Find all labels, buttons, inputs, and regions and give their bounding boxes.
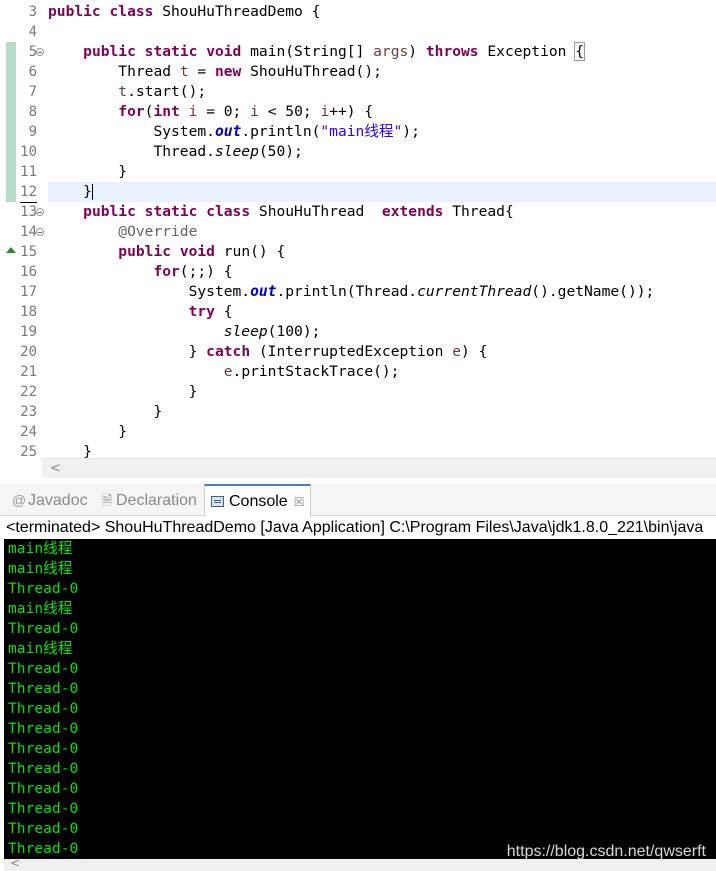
code-line[interactable]: } catch (InterruptedException e) { (48, 342, 716, 362)
line-number: 7 (0, 82, 42, 102)
console-process-label: <terminated> ShouHuThreadDemo [Java Appl… (0, 517, 716, 539)
code-line[interactable]: Thread t = new ShouHuThread(); (48, 62, 716, 82)
javadoc-at-icon: @ (11, 492, 27, 508)
text-caret (91, 184, 93, 200)
code-line[interactable]: public static void main(String[] args) t… (48, 42, 716, 62)
console-line: main线程 (8, 560, 73, 577)
fold-toggle-icon[interactable] (36, 228, 44, 236)
code-line[interactable]: } (48, 382, 716, 402)
change-bar (6, 82, 16, 102)
matching-bracket: { (574, 42, 586, 61)
line-number: 9 (0, 122, 42, 142)
console-line: main线程 (8, 640, 73, 657)
code-line[interactable]: public void run() { (48, 242, 716, 262)
tab-label: Javadoc (28, 492, 88, 509)
fold-toggle-icon[interactable] (36, 208, 44, 216)
change-bar (6, 102, 16, 122)
console-line: Thread-0 (8, 780, 79, 797)
line-number: 12 (0, 182, 42, 203)
code-line[interactable]: } (48, 162, 716, 182)
line-number: 6 (0, 62, 42, 82)
line-number: 20 (20, 344, 37, 360)
code-line[interactable]: t.start(); (48, 82, 716, 102)
console-icon (211, 496, 224, 507)
console-horizontal-scrollbar[interactable]: < (4, 856, 716, 871)
console-line: Thread-0 (8, 680, 79, 697)
declaration-icon: 🗎 (101, 492, 113, 508)
console-line: Thread-0 (8, 800, 79, 817)
code-line[interactable]: sleep(100); (48, 322, 716, 342)
line-number: 10 (0, 142, 42, 162)
close-icon[interactable]: ☒ (294, 495, 305, 509)
console-line: main线程 (8, 600, 73, 617)
code-line[interactable]: e.printStackTrace(); (48, 362, 716, 382)
tab-declaration[interactable]: 🗎 Declaration (92, 484, 203, 516)
line-number: 21 (20, 364, 37, 380)
line-number: 25 (20, 444, 37, 460)
console-line: Thread-0 (8, 720, 79, 737)
line-number: 17 (20, 284, 37, 300)
line-number: 14 (0, 222, 44, 242)
code-line[interactable]: try { (48, 302, 716, 322)
change-bar (6, 42, 16, 62)
current-code-line[interactable]: } (48, 182, 716, 202)
change-bar (6, 162, 16, 182)
line-number: 18 (20, 304, 37, 320)
tab-console[interactable]: Console ☒ (204, 484, 312, 517)
code-line[interactable]: for(int i = 0; i < 50; i++) { (48, 102, 716, 122)
change-bar (6, 182, 16, 202)
code-text-area[interactable]: public class ShouHuThreadDemo { public s… (48, 2, 716, 462)
console-line: Thread-0 (8, 580, 79, 597)
line-number: 19 (20, 324, 37, 340)
line-number: 22 (20, 384, 37, 400)
change-bar (6, 62, 16, 82)
line-number: 24 (20, 424, 37, 440)
override-arrow-icon[interactable] (6, 247, 16, 253)
line-number: 4 (28, 24, 37, 40)
code-line[interactable]: } (48, 422, 716, 442)
editor-horizontal-scrollbar[interactable]: < (42, 458, 716, 478)
line-number: 5 (0, 42, 44, 62)
scroll-left-icon[interactable]: < (50, 461, 61, 477)
tab-label: Declaration (116, 492, 197, 509)
code-line[interactable]: @Override (48, 222, 716, 242)
code-line[interactable]: public static class ShouHuThread extends… (48, 202, 716, 222)
code-line[interactable]: public class ShouHuThreadDemo { (48, 2, 716, 22)
console-line: Thread-0 (8, 660, 79, 677)
line-number: 11 (0, 162, 42, 182)
code-line[interactable]: Thread.sleep(50); (48, 142, 716, 162)
line-number: 15 (0, 242, 42, 262)
console-line: Thread-0 (8, 700, 79, 717)
code-line[interactable]: System.out.println("main线程"); (48, 122, 716, 142)
line-number: 13 (0, 202, 44, 222)
line-number: 23 (20, 404, 37, 420)
fold-toggle-icon[interactable] (36, 48, 44, 56)
line-number: 16 (20, 264, 37, 280)
scroll-left-icon[interactable]: < (10, 856, 20, 870)
console-line: Thread-0 (8, 620, 79, 637)
line-number: 8 (0, 102, 42, 122)
tab-label: Console (229, 493, 288, 510)
tab-javadoc[interactable]: @ Javadoc (4, 484, 94, 516)
code-line[interactable]: } (48, 402, 716, 422)
console-line: main线程 (8, 540, 73, 557)
change-bar (6, 142, 16, 162)
console-line: Thread-0 (8, 820, 79, 837)
console-line: Thread-0 (8, 760, 79, 777)
line-number: 3 (28, 4, 37, 20)
console-line: Thread-0 (8, 740, 79, 757)
code-line[interactable] (48, 22, 716, 42)
line-number-gutter: 3 4 5 6 7 8 9 10 11 12 13 14 15 16 17 18… (0, 2, 44, 462)
code-line[interactable]: System.out.println(Thread.currentThread(… (48, 282, 716, 302)
view-tab-bar: @ Javadoc 🗎 Declaration Console ☒ (0, 484, 716, 517)
code-line[interactable]: for(;;) { (48, 262, 716, 282)
change-bar (6, 122, 16, 142)
code-editor[interactable]: 3 4 5 6 7 8 9 10 11 12 13 14 15 16 17 18… (0, 0, 716, 480)
console-output[interactable]: main线程 main线程 Thread-0 main线程 Thread-0 m… (4, 539, 716, 859)
